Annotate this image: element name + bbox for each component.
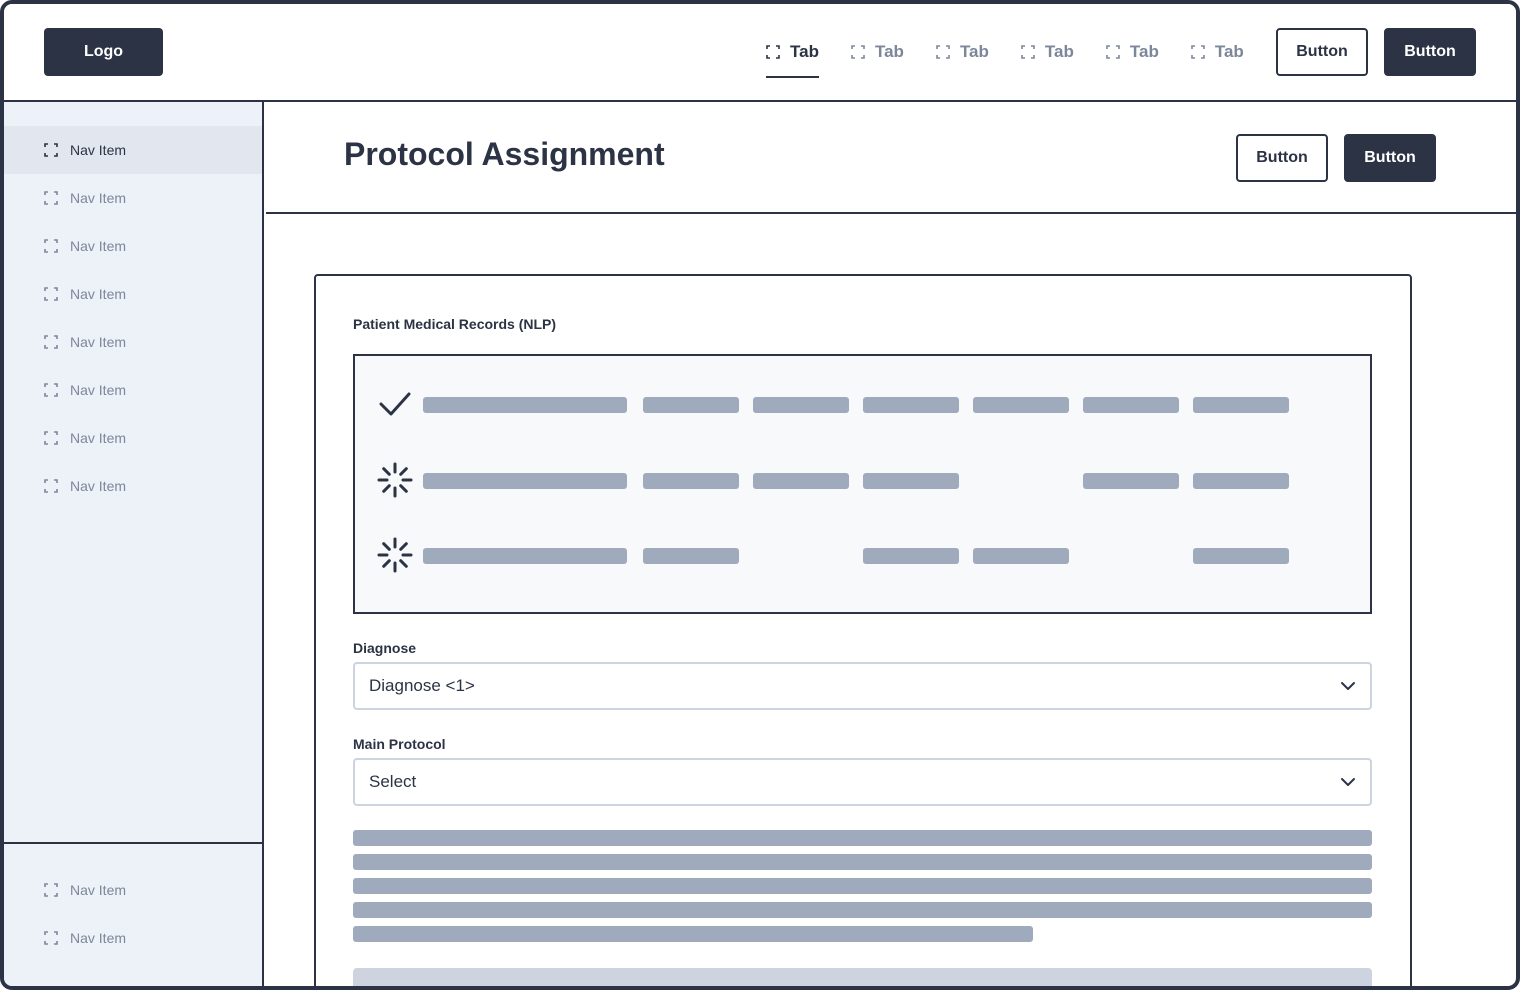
sidebar-divider xyxy=(4,842,262,844)
sidebar-bottom-item-1[interactable]: Nav Item xyxy=(4,866,262,914)
sidebar-item-5[interactable]: Nav Item xyxy=(4,318,262,366)
description-skeleton-line xyxy=(353,926,1033,942)
record-field-skeleton xyxy=(643,397,739,413)
record-field-skeleton xyxy=(863,473,959,489)
sidebar-item-8[interactable]: Nav Item xyxy=(4,462,262,510)
focus-bracket-icon xyxy=(44,143,58,157)
description-skeleton-line xyxy=(353,902,1372,918)
focus-bracket-icon xyxy=(44,335,58,349)
diagnose-select-value: Diagnose <1> xyxy=(369,676,475,695)
record-field-skeleton xyxy=(753,473,849,489)
top-header: Logo Tab Tab Tab Tab Tab Tab Button Butt… xyxy=(4,4,1516,102)
main-protocol-select-value: Select xyxy=(369,772,417,791)
app-window: Logo Tab Tab Tab Tab Tab Tab Button Butt… xyxy=(0,0,1520,990)
focus-bracket-icon xyxy=(936,45,950,59)
focus-bracket-icon xyxy=(44,931,58,945)
main-protocol-label: Main Protocol xyxy=(353,736,446,752)
record-field-skeleton xyxy=(1193,473,1289,489)
record-field-skeleton xyxy=(1193,397,1289,413)
focus-bracket-icon xyxy=(1021,45,1035,59)
header-secondary-button[interactable]: Button xyxy=(1276,28,1368,76)
sidebar-item-label: Nav Item xyxy=(70,882,127,898)
logo[interactable]: Logo xyxy=(44,28,163,76)
diagnose-label: Diagnose xyxy=(353,640,417,656)
tab-label: Tab xyxy=(1044,42,1074,61)
spinner-icon xyxy=(377,462,413,498)
tab-3[interactable]: Tab xyxy=(936,28,989,76)
record-field-skeleton xyxy=(643,548,739,564)
chevron-down-icon xyxy=(1341,682,1355,690)
tab-label: Tab xyxy=(790,42,819,61)
sidebar-item-2[interactable]: Nav Item xyxy=(4,174,262,222)
record-field-skeleton xyxy=(423,548,627,564)
sidebar-item-label: Nav Item xyxy=(70,430,127,446)
record-field-skeleton xyxy=(423,397,627,413)
record-field-skeleton xyxy=(643,473,739,489)
main-protocol-select[interactable]: Select xyxy=(353,758,1372,806)
sidebar-item-label: Nav Item xyxy=(70,334,127,350)
sidebar-item-label: Nav Item xyxy=(70,190,127,206)
sidebar-item-label: Nav Item xyxy=(70,930,127,946)
page-primary-button[interactable]: Button xyxy=(1344,134,1436,182)
sidebar-item-label: Nav Item xyxy=(70,286,127,302)
checkmark-icon xyxy=(379,392,411,416)
sidebar: Nav Item Nav Item Nav Item Nav Item Nav … xyxy=(4,102,264,986)
tab-1[interactable]: Tab xyxy=(766,28,819,78)
description-skeleton-line xyxy=(353,830,1372,846)
sidebar-item-7[interactable]: Nav Item xyxy=(4,414,262,462)
tab-5[interactable]: Tab xyxy=(1106,28,1159,76)
sidebar-item-label: Nav Item xyxy=(70,478,127,494)
tab-label: Tab xyxy=(1129,42,1159,61)
description-skeleton-line xyxy=(353,878,1372,894)
tab-label: Tab xyxy=(874,42,904,61)
tab-4[interactable]: Tab xyxy=(1021,28,1074,76)
record-field-skeleton xyxy=(1083,397,1179,413)
focus-bracket-icon xyxy=(44,239,58,253)
record-field-skeleton xyxy=(973,548,1069,564)
sidebar-item-3[interactable]: Nav Item xyxy=(4,222,262,270)
sidebar-item-label: Nav Item xyxy=(70,238,127,254)
focus-bracket-icon xyxy=(44,191,58,205)
spinner-icon xyxy=(377,537,413,573)
focus-bracket-icon xyxy=(1191,45,1205,59)
page-title: Protocol Assignment xyxy=(344,136,665,172)
tab-label: Tab xyxy=(1214,42,1244,61)
focus-bracket-icon xyxy=(44,883,58,897)
focus-bracket-icon xyxy=(44,383,58,397)
record-field-skeleton xyxy=(863,397,959,413)
tab-6[interactable]: Tab xyxy=(1191,28,1244,76)
record-field-skeleton xyxy=(973,397,1069,413)
record-field-skeleton xyxy=(1193,548,1289,564)
page-header: Protocol Assignment Button Button xyxy=(266,102,1516,214)
focus-bracket-icon xyxy=(44,287,58,301)
focus-bracket-icon xyxy=(766,45,780,59)
tab-label: Tab xyxy=(959,42,989,61)
page-secondary-button[interactable]: Button xyxy=(1236,134,1328,182)
sidebar-item-label: Nav Item xyxy=(70,382,127,398)
focus-bracket-icon xyxy=(851,45,865,59)
sidebar-bottom-item-2[interactable]: Nav Item xyxy=(4,914,262,962)
description-skeleton-line xyxy=(353,854,1372,870)
sidebar-item-1[interactable]: Nav Item xyxy=(4,126,262,174)
sidebar-item-6[interactable]: Nav Item xyxy=(4,366,262,414)
diagnose-select[interactable]: Diagnose <1> xyxy=(353,662,1372,710)
record-field-skeleton xyxy=(1083,473,1179,489)
sidebar-item-label: Nav Item xyxy=(70,142,127,158)
focus-bracket-icon xyxy=(44,431,58,445)
protocol-card: Patient Medical Records (NLP) Diagnose D… xyxy=(314,274,1412,986)
focus-bracket-icon xyxy=(44,479,58,493)
record-field-skeleton xyxy=(753,397,849,413)
tab-bar: Tab Tab Tab Tab Tab Tab xyxy=(766,28,1276,80)
tab-2[interactable]: Tab xyxy=(851,28,904,76)
focus-bracket-icon xyxy=(1106,45,1120,59)
chevron-down-icon xyxy=(1341,778,1355,786)
content-placeholder-block xyxy=(353,968,1372,986)
sidebar-item-4[interactable]: Nav Item xyxy=(4,270,262,318)
header-primary-button[interactable]: Button xyxy=(1384,28,1476,76)
medical-records-panel xyxy=(353,354,1372,614)
records-label: Patient Medical Records (NLP) xyxy=(353,316,557,332)
record-field-skeleton xyxy=(423,473,627,489)
record-field-skeleton xyxy=(863,548,959,564)
